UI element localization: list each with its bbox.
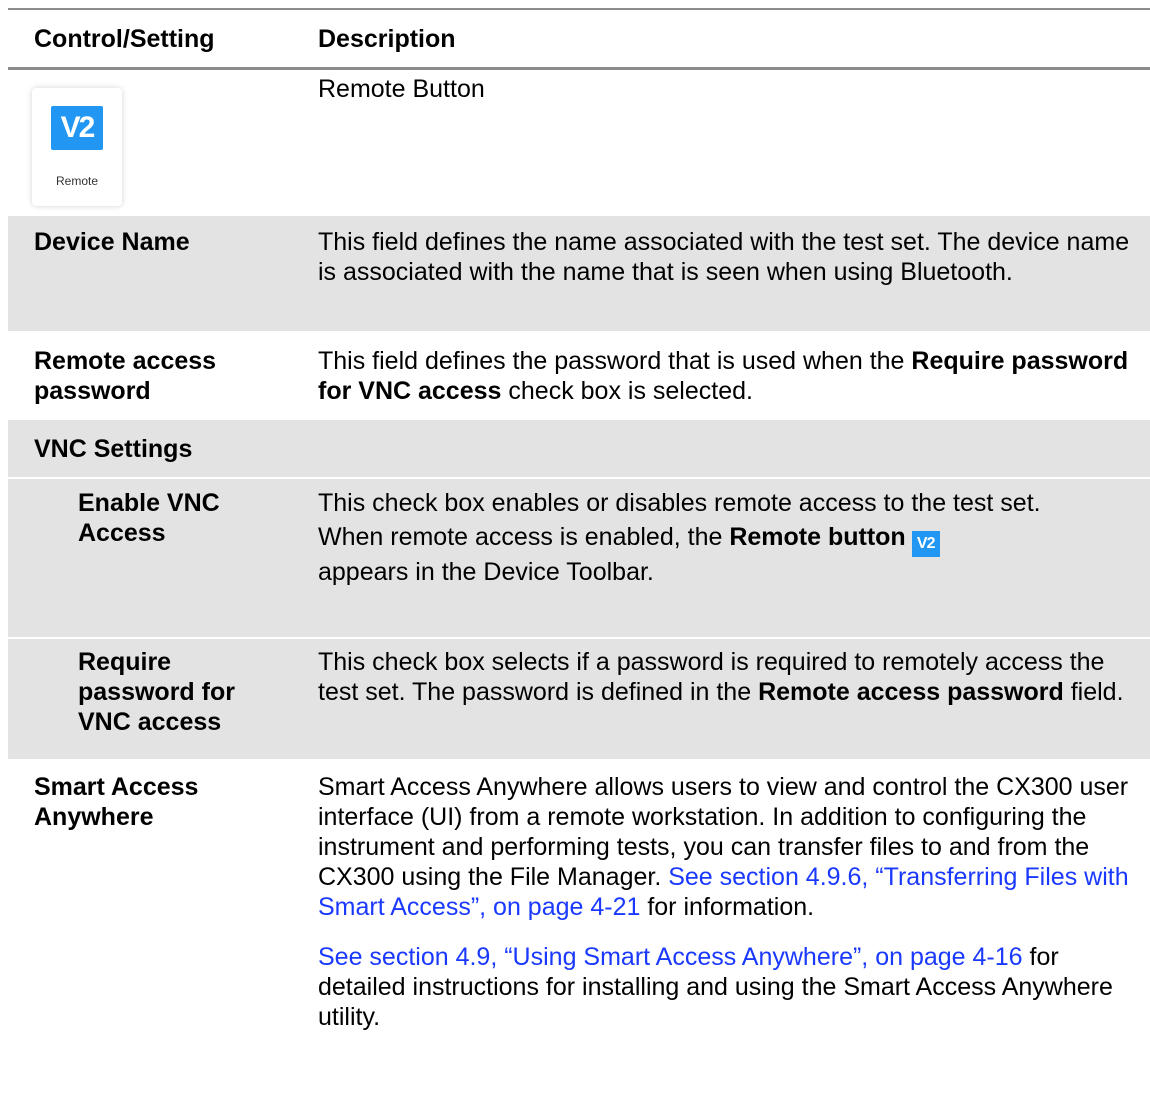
remote-access-password-label: Remote access password [34, 347, 217, 405]
column-header-control: Control/Setting [34, 25, 215, 53]
table-row-vnc-settings: VNC Settings [8, 420, 1150, 477]
table-header-row: Control/Setting Description [8, 10, 1150, 67]
table-row-device-name: Device Name This field defines the name … [8, 216, 1150, 331]
table-row-enable-vnc-access: Enable VNC Access This check box enables… [8, 479, 1150, 637]
remote-button-tile: V2 Remote [32, 88, 122, 206]
table-row-remote: Remote Button [8, 70, 1150, 216]
require-password-label: Require password for VNC access [78, 648, 235, 736]
vnc-viewer-icon: V2 [51, 106, 103, 150]
remote-icon-label: Remote [55, 174, 99, 188]
vnc-viewer-icon: V2 [911, 531, 940, 557]
enable-vnc-access-label: Enable VNC Access [78, 489, 220, 547]
smart-access-anywhere-description: Smart Access Anywhere allows users to vi… [318, 773, 1129, 1031]
require-password-description: This check box selects if a password is … [318, 648, 1124, 706]
table-row-smart-access-anywhere: Smart Access Anywhere Smart Access Anywh… [8, 761, 1150, 1101]
remote-button-description: Remote Button [318, 75, 485, 103]
vnc-settings-label: VNC Settings [34, 435, 193, 463]
device-name-description: This field defines the name associated w… [318, 228, 1130, 286]
smart-access-anywhere-label: Smart Access Anywhere [34, 773, 199, 831]
table-row-remote-access-password: Remote access password This field define… [8, 333, 1150, 418]
table-row-require-password: Require password for VNC access This che… [8, 639, 1150, 759]
column-header-description: Description [318, 25, 456, 53]
enable-vnc-access-description: This check box enables or disables remot… [318, 489, 1041, 586]
link-using-smart-access[interactable]: See section 4.9, “Using Smart Access Any… [318, 943, 1023, 971]
device-name-label: Device Name [34, 228, 190, 256]
remote-access-password-description: This field defines the password that is … [318, 347, 1129, 405]
